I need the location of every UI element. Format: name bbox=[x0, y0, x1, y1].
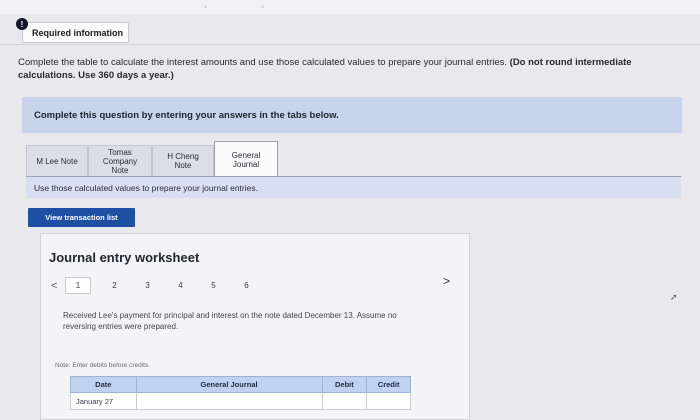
page-4[interactable]: 4 bbox=[164, 281, 197, 290]
journal-entry-worksheet: Journal entry worksheet < 1 2 3 4 5 6 Re… bbox=[40, 233, 470, 420]
tab-h-cheng-note[interactable]: H Cheng Note bbox=[152, 145, 214, 177]
col-date: Date bbox=[71, 377, 137, 392]
debits-credits-note: Note: Enter debits before credits. bbox=[55, 362, 151, 369]
instructions-text: Complete the table to calculate the inte… bbox=[18, 56, 668, 82]
tab-m-lee-note[interactable]: M Lee Note bbox=[26, 145, 88, 177]
tick-mark: ' bbox=[205, 5, 207, 14]
credit-input[interactable] bbox=[367, 393, 410, 409]
page-1[interactable]: 1 bbox=[65, 277, 91, 294]
alert-icon: ! bbox=[16, 18, 28, 30]
required-information-title: Required information bbox=[32, 27, 124, 38]
divider bbox=[0, 44, 700, 45]
tab-label: H Cheng Note bbox=[167, 152, 199, 170]
worksheet-pager: < 1 2 3 4 5 6 bbox=[51, 277, 263, 294]
journal-table-header: Date General Journal Debit Credit bbox=[70, 376, 411, 393]
tab-label: M Lee Note bbox=[36, 156, 78, 166]
col-debit: Debit bbox=[323, 377, 368, 392]
journal-table: Date General Journal Debit Credit Januar… bbox=[70, 376, 411, 410]
tab-label: General Journal bbox=[231, 150, 261, 169]
entry-description: Received Lee's payment for principal and… bbox=[63, 311, 397, 331]
tabs-banner-text: Complete this question by entering your … bbox=[34, 109, 339, 121]
account-input[interactable] bbox=[137, 393, 323, 409]
tick-mark: ' bbox=[262, 5, 264, 14]
chevron-right-icon[interactable]: > bbox=[443, 274, 450, 288]
instructions-main: Complete the table to calculate the inte… bbox=[18, 57, 508, 68]
date-cell: January 27 bbox=[71, 393, 137, 409]
tab-tomas-company-note[interactable]: Tomas Company Note bbox=[88, 145, 152, 177]
required-information-header: Required information bbox=[22, 22, 129, 43]
mouse-cursor-icon: ➚ bbox=[670, 292, 678, 302]
chevron-left-icon[interactable]: < bbox=[51, 280, 65, 292]
view-transaction-list-button[interactable]: View transaction list bbox=[28, 208, 135, 227]
tab-instructions-text: Use those calculated values to prepare y… bbox=[34, 182, 258, 193]
tab-general-journal[interactable]: General Journal bbox=[214, 141, 278, 177]
browser-top-strip bbox=[0, 0, 700, 14]
tab-bar: M Lee Note Tomas Company Note H Cheng No… bbox=[26, 141, 278, 177]
page-6[interactable]: 6 bbox=[230, 281, 263, 290]
debit-input[interactable] bbox=[323, 393, 368, 409]
page-3[interactable]: 3 bbox=[131, 281, 164, 290]
table-row: January 27 bbox=[70, 393, 411, 410]
tabs-banner: Complete this question by entering your … bbox=[22, 97, 682, 133]
page-5[interactable]: 5 bbox=[197, 281, 230, 290]
tab-instructions-bar: Use those calculated values to prepare y… bbox=[26, 176, 681, 198]
col-general-journal: General Journal bbox=[137, 377, 323, 392]
page-2[interactable]: 2 bbox=[98, 281, 131, 290]
tab-label: Tomas Company Note bbox=[102, 147, 138, 175]
worksheet-title: Journal entry worksheet bbox=[49, 250, 200, 265]
col-credit: Credit bbox=[377, 380, 400, 389]
